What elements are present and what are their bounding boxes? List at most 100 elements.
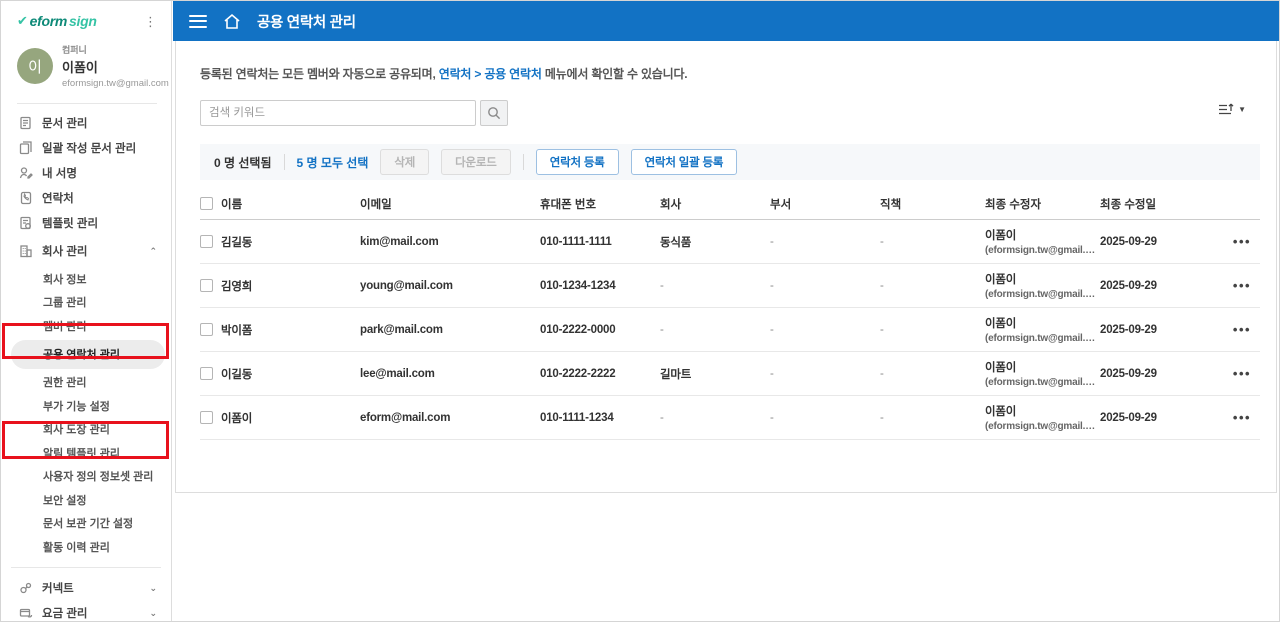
- selected-count: 0 명 선택됨: [214, 155, 272, 170]
- description-text: 등록된 연락처는 모든 멤버와 자동으로 공유되며,: [200, 67, 439, 81]
- profile-name: 이폼이: [62, 60, 98, 75]
- submenu-item-notification-templates[interactable]: 알림 템플릿 관리: [1, 441, 171, 465]
- sort-icon: [1219, 103, 1234, 115]
- cell-date: 2025-09-29: [1100, 411, 1157, 424]
- contacts-menu-link[interactable]: 연락처 > 공용 연락처: [439, 67, 542, 81]
- row-actions-menu-icon[interactable]: •••: [1222, 278, 1262, 293]
- cell-name: 김길동: [221, 236, 253, 249]
- select-all-checkbox[interactable]: [200, 197, 213, 210]
- bulk-register-contact-button[interactable]: 연락처 일괄 등록: [630, 149, 738, 175]
- select-all-link[interactable]: 5 명 모두 선택: [297, 154, 369, 171]
- cell-phone: 010-2222-0000: [540, 323, 616, 336]
- sidebar-item-connect[interactable]: 커넥트 ⌄: [1, 576, 171, 601]
- table-row: 이길동 lee@mail.com 010-2222-2222 길마트 - - 이…: [200, 352, 1260, 396]
- submenu-item-custom-infoset[interactable]: 사용자 정의 정보셋 관리: [1, 465, 171, 489]
- sidebar-item-my-signature[interactable]: 내 서명: [1, 160, 171, 185]
- top-header-bar: 공용 연락처 관리: [173, 1, 1279, 41]
- sidebar-item-bulk-document-management[interactable]: 일괄 작성 문서 관리: [1, 135, 171, 160]
- row-checkbox[interactable]: [200, 411, 213, 424]
- table-header-row: 이름 이메일 휴대폰 번호 회사 부서 직책 최종 수정자 최종 수정일: [200, 188, 1260, 220]
- sidebar-item-document-management[interactable]: 문서 관리: [1, 110, 171, 135]
- cell-company: -: [660, 279, 664, 292]
- main-area: 공용 연락처 관리 등록된 연락처는 모든 멤버와 자동으로 공유되며, 연락처…: [173, 1, 1279, 621]
- row-checkbox[interactable]: [200, 323, 213, 336]
- cell-department: -: [770, 367, 774, 380]
- kebab-menu-icon[interactable]: ⋮: [144, 15, 157, 28]
- submenu-item-group-management[interactable]: 그룹 관리: [1, 291, 171, 315]
- cell-department: -: [770, 279, 774, 292]
- avatar: 이: [17, 48, 53, 84]
- content-card: 등록된 연락처는 모든 멤버와 자동으로 공유되며, 연락처 > 공용 연락처 …: [175, 41, 1277, 493]
- cell-modifier-email: (eformsign.tw@gmail.…: [985, 421, 1096, 432]
- sort-control[interactable]: ▼: [1218, 102, 1246, 117]
- cell-phone: 010-1111-1234: [540, 411, 614, 424]
- sidebar-item-company-management[interactable]: 회사 관리 ⌃: [1, 235, 171, 267]
- cell-date: 2025-09-29: [1100, 235, 1157, 248]
- page-description: 등록된 연락처는 모든 멤버와 자동으로 공유되며, 연락처 > 공용 연락처 …: [200, 65, 1260, 82]
- delete-button[interactable]: 삭제: [380, 149, 430, 175]
- search-button[interactable]: [480, 100, 508, 126]
- logo-text-eform: eform: [29, 13, 68, 29]
- search-input[interactable]: [200, 100, 476, 126]
- cell-company: 길마트: [660, 368, 692, 381]
- company-submenu: 회사 정보 그룹 관리 멤버 관리 공용 연락처 관리 권한 관리 부가 기능 …: [1, 267, 171, 559]
- cell-title: -: [880, 411, 884, 424]
- row-checkbox[interactable]: [200, 235, 213, 248]
- sidebar-item-billing[interactable]: 요금 관리 ⌄: [1, 601, 171, 622]
- submenu-item-company-seal[interactable]: 회사 도장 관리: [1, 418, 171, 442]
- submenu-item-activity-history[interactable]: 활동 이력 관리: [1, 535, 171, 559]
- register-contact-button[interactable]: 연락처 등록: [535, 149, 619, 175]
- sidebar-item-label: 요금 관리: [42, 608, 88, 620]
- column-header-name: 이름: [221, 198, 243, 211]
- selection-toolbar: 0 명 선택됨 5 명 모두 선택 삭제 다운로드 연락처 등록 연락처 일괄 …: [200, 144, 1260, 180]
- sidebar-item-label: 내 서명: [42, 167, 77, 180]
- cell-modifier-email: (eformsign.tw@gmail.…: [985, 245, 1096, 256]
- row-actions-menu-icon[interactable]: •••: [1222, 234, 1262, 249]
- table-row: 이폼이 eform@mail.com 010-1111-1234 - - - 이…: [200, 396, 1260, 440]
- cell-date: 2025-09-29: [1100, 323, 1157, 336]
- app-window: ✔ eform sign ⋮ 이 컴퍼니 이폼이 eformsign.tw@gmai…: [0, 0, 1280, 622]
- sidebar-item-contacts[interactable]: 연락처: [1, 185, 171, 210]
- submenu-item-permission-management[interactable]: 권한 관리: [1, 371, 171, 395]
- submenu-item-company-info[interactable]: 회사 정보: [1, 267, 171, 291]
- cell-modifier-name: 이폼이: [985, 362, 1017, 374]
- row-checkbox[interactable]: [200, 367, 213, 380]
- column-header-company: 회사: [660, 198, 682, 211]
- cell-modifier-name: 이폼이: [985, 230, 1017, 242]
- billing-icon: [18, 606, 33, 621]
- chevron-down-icon: ⌄: [149, 607, 157, 618]
- profile-block[interactable]: 이 컴퍼니 이폼이 eformsign.tw@gmail.com: [17, 43, 169, 104]
- cell-department: -: [770, 411, 774, 424]
- sidebar-nav: 문서 관리 일괄 작성 문서 관리 내 서명 연락처 템플릿 관리 회사 관리: [1, 104, 171, 622]
- download-button[interactable]: 다운로드: [441, 149, 511, 175]
- page-title: 공용 연락처 관리: [257, 14, 356, 31]
- cell-title: -: [880, 367, 884, 380]
- cell-date: 2025-09-29: [1100, 279, 1157, 292]
- sidebar-item-label: 템플릿 관리: [42, 217, 99, 230]
- row-actions-menu-icon[interactable]: •••: [1222, 366, 1262, 381]
- cell-modifier-email: (eformsign.tw@gmail.…: [985, 377, 1096, 388]
- cell-modifier-name: 이폼이: [985, 406, 1017, 418]
- row-actions-menu-icon[interactable]: •••: [1222, 410, 1262, 425]
- cell-title: -: [880, 279, 884, 292]
- submenu-item-member-management[interactable]: 멤버 관리: [1, 314, 171, 338]
- cell-email: young@mail.com: [360, 279, 453, 292]
- submenu-item-shared-contact-management[interactable]: 공용 연락처 관리: [11, 339, 165, 369]
- column-header-last-modifier: 최종 수정자: [985, 198, 1042, 211]
- cell-name: 김영희: [221, 280, 253, 293]
- cell-company: -: [660, 323, 664, 336]
- cell-department: -: [770, 235, 774, 248]
- template-icon: [18, 215, 33, 230]
- sidebar-item-template-management[interactable]: 템플릿 관리: [1, 210, 171, 235]
- submenu-item-security-settings[interactable]: 보안 설정: [1, 488, 171, 512]
- submenu-item-additional-features[interactable]: 부가 기능 설정: [1, 394, 171, 418]
- submenu-item-retention-period[interactable]: 문서 보관 기간 설정: [1, 512, 171, 536]
- cell-modifier-name: 이폼이: [985, 274, 1017, 286]
- cell-email: lee@mail.com: [360, 367, 435, 380]
- sidebar-item-label: 문서 관리: [42, 117, 88, 130]
- row-checkbox[interactable]: [200, 279, 213, 292]
- description-text: 메뉴에서 확인할 수 있습니다.: [541, 67, 688, 81]
- hamburger-menu-icon[interactable]: [189, 14, 207, 28]
- row-actions-menu-icon[interactable]: •••: [1222, 322, 1262, 337]
- home-icon[interactable]: [223, 13, 241, 30]
